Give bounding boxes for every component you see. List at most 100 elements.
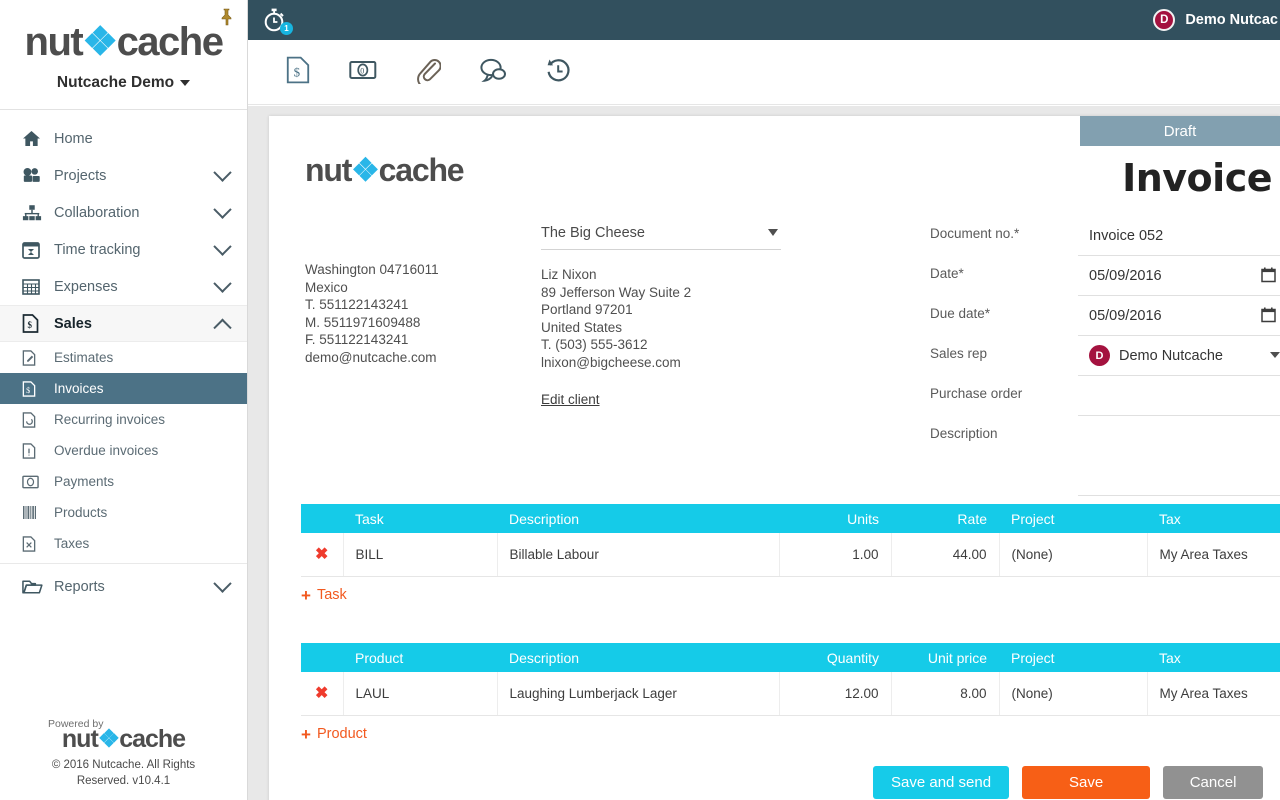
cell-task-rate[interactable]: 44.00 xyxy=(891,533,1000,577)
delete-row-button[interactable]: ✖ xyxy=(301,672,344,716)
client-select[interactable]: The Big Cheese xyxy=(541,216,781,250)
cell-product-code[interactable]: LAUL xyxy=(343,672,498,716)
field-due-date: Due date* 05/09/2016 xyxy=(930,296,1280,336)
cell-task-project[interactable]: (None) xyxy=(999,533,1148,577)
sidebar-item-collaboration[interactable]: Collaboration xyxy=(0,194,247,231)
add-task-button[interactable]: + Task xyxy=(301,587,1280,604)
sales-rep-select[interactable]: D Demo Nutcache xyxy=(1078,336,1280,376)
sidebar-item-recurring-invoices[interactable]: Recurring invoices xyxy=(0,404,247,435)
calendar-icon[interactable] xyxy=(1261,307,1276,323)
due-date-input[interactable]: 05/09/2016 xyxy=(1078,296,1280,336)
cell-product-description[interactable]: Laughing Lumberjack Lager xyxy=(497,672,780,716)
sidebar-item-reports[interactable]: Reports xyxy=(0,568,247,605)
sidebar-subnav-sales: Estimates $ Invoices Recurring invoices xyxy=(0,342,247,559)
add-product-button[interactable]: + Product xyxy=(301,726,1280,743)
column-header-tax: Tax xyxy=(1147,504,1280,533)
document-no-input[interactable]: Invoice 052 xyxy=(1078,216,1280,256)
organization-name: Nutcache Demo xyxy=(56,73,175,91)
description-textarea[interactable] xyxy=(1078,416,1280,496)
avatar: D xyxy=(1153,9,1176,31)
sidebar-item-home[interactable]: Home xyxy=(0,120,247,157)
own-address-line: M. 5511971609488 xyxy=(305,314,421,330)
own-address-line: F. 551122143241 xyxy=(305,332,409,348)
add-product-label: Product xyxy=(316,726,367,742)
chevron-down-icon xyxy=(213,163,232,182)
cell-task-units[interactable]: 1.00 xyxy=(779,533,892,577)
sidebar-item-time-tracking[interactable]: Time tracking xyxy=(0,231,247,268)
history-clock-icon xyxy=(547,59,570,82)
purchase-order-input[interactable] xyxy=(1078,376,1280,416)
sidebar-item-sales[interactable]: $ Sales xyxy=(0,305,247,342)
sidebar-item-taxes[interactable]: Taxes xyxy=(0,528,247,559)
save-and-send-button[interactable]: Save and send xyxy=(873,766,1010,799)
client-address-line: United States xyxy=(541,319,623,335)
cell-task-tax[interactable]: My Area Taxes xyxy=(1147,533,1280,577)
field-label: Description xyxy=(930,426,998,441)
sidebar-item-label: Estimates xyxy=(54,350,114,365)
document-tabs: $ 0 xyxy=(248,40,1280,140)
invoice-nutcache-logo: nut❖cache xyxy=(305,152,465,188)
chevron-down-icon xyxy=(213,574,232,593)
add-task-label: Task xyxy=(316,587,347,603)
own-address-line: Washington 04716011 xyxy=(305,262,439,277)
sidebar-item-products[interactable]: Products xyxy=(0,497,247,528)
delete-row-button[interactable]: ✖ xyxy=(301,533,344,577)
client-address-line: T. (503) 555-3612 xyxy=(541,337,648,353)
user-menu[interactable]: D Demo Nutcac xyxy=(1153,0,1280,40)
tab-comments[interactable] xyxy=(477,53,509,87)
column-header-description: Description xyxy=(497,504,779,533)
top-bar: 1 D Demo Nutcac xyxy=(248,0,1280,40)
sidebar-item-estimates[interactable]: Estimates xyxy=(0,342,247,373)
invoice-document-icon: $ xyxy=(286,56,310,84)
date-input[interactable]: 05/09/2016 xyxy=(1078,256,1280,296)
plus-icon: + xyxy=(301,724,311,744)
tab-history[interactable] xyxy=(542,53,574,87)
sidebar-item-projects[interactable]: Projects xyxy=(0,157,247,194)
edit-client-link[interactable]: Edit client xyxy=(541,392,600,407)
sidebar-nav: Home Projects Collaboration Time trackin… xyxy=(0,110,247,605)
tab-payments[interactable]: 0 xyxy=(347,53,379,87)
page-title: Invoice xyxy=(1122,156,1272,200)
field-value: Demo Nutcache xyxy=(1119,347,1223,364)
chevron-down-icon xyxy=(1270,352,1280,358)
column-header-quantity: Quantity xyxy=(779,643,891,672)
content-area: Draft Invoice nut❖cache Washington 04716… xyxy=(248,106,1280,800)
timer-button[interactable]: 1 xyxy=(262,6,293,35)
sidebar-item-invoices[interactable]: $ Invoices xyxy=(0,373,247,404)
reports-folder-icon xyxy=(22,579,48,595)
sidebar-item-overdue-invoices[interactable]: Overdue invoices xyxy=(0,435,247,466)
column-header-task: Task xyxy=(343,504,497,533)
cancel-button[interactable]: Cancel xyxy=(1163,766,1264,799)
save-button[interactable]: Save xyxy=(1022,766,1151,799)
chevron-up-icon xyxy=(213,318,232,337)
cell-product-tax[interactable]: My Area Taxes xyxy=(1147,672,1280,716)
field-label: Document no.* xyxy=(930,226,1020,241)
chevron-down-icon xyxy=(213,200,232,219)
sidebar-item-expenses[interactable]: Expenses xyxy=(0,268,247,305)
column-header-project: Project xyxy=(999,643,1147,672)
sidebar-item-label: Invoices xyxy=(54,381,104,396)
sidebar-item-payments[interactable]: Payments xyxy=(0,466,247,497)
calendar-icon[interactable] xyxy=(1261,267,1276,283)
paperclip-icon xyxy=(417,59,441,84)
cell-task-description[interactable]: Billable Labour xyxy=(497,533,780,577)
collaboration-icon xyxy=(22,204,48,221)
task-table: Task Description Units Rate Project Tax … xyxy=(301,504,1280,577)
pin-icon[interactable] xyxy=(219,8,235,26)
action-buttons: Save and send Save Cancel xyxy=(873,766,1264,799)
svg-text:$: $ xyxy=(28,320,33,330)
tab-attachments[interactable] xyxy=(412,53,444,87)
product-table: Product Description Quantity Unit price … xyxy=(301,643,1280,716)
cell-product-quantity[interactable]: 12.00 xyxy=(779,672,892,716)
column-header-product: Product xyxy=(343,643,497,672)
organization-switcher[interactable]: Nutcache Demo xyxy=(56,73,191,92)
taxes-icon xyxy=(22,535,46,552)
field-document-no: Document no.* Invoice 052 xyxy=(930,216,1280,256)
tab-invoice[interactable]: $ xyxy=(282,53,314,87)
cell-task-code[interactable]: BILL xyxy=(343,533,498,577)
cell-product-project[interactable]: (None) xyxy=(999,672,1148,716)
cell-product-unit-price[interactable]: 8.00 xyxy=(891,672,1000,716)
invoice-fields: Document no.* Invoice 052 Date* 05/09/20… xyxy=(930,216,1280,496)
field-label: Date* xyxy=(930,266,964,281)
product-table-section: Product Description Quantity Unit price … xyxy=(301,643,1280,743)
